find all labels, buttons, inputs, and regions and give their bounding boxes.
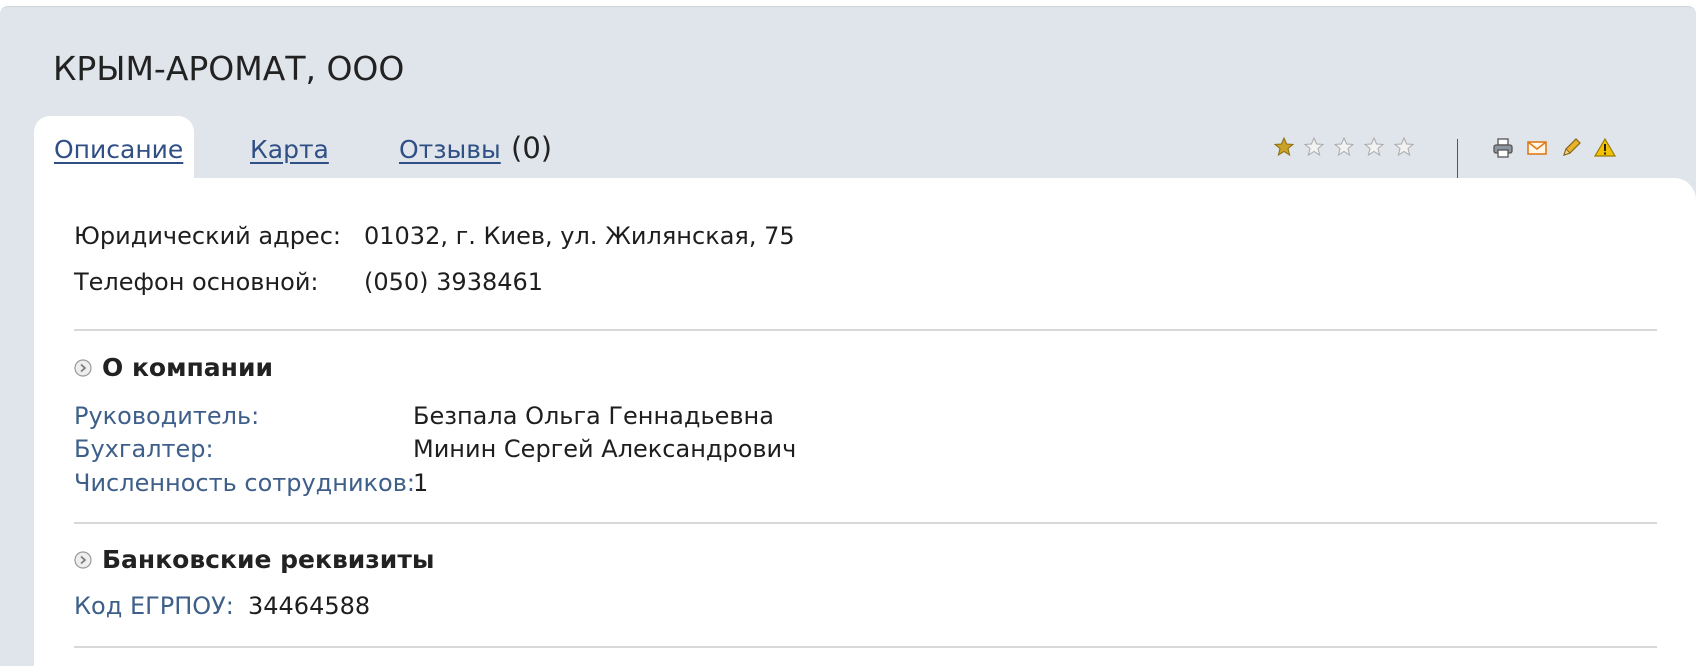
divider <box>74 329 1657 331</box>
address-value: 01032, г. Киев, ул. Жилянская, 75 <box>364 222 795 250</box>
section-about-label: О компании <box>102 353 273 382</box>
tab-map[interactable]: Карта <box>250 135 329 164</box>
star-3-icon[interactable] <box>1334 137 1354 157</box>
printer-icon[interactable] <box>1492 137 1514 159</box>
warning-icon[interactable] <box>1594 137 1616 159</box>
pencil-icon[interactable] <box>1560 137 1582 159</box>
staff-value: 1 <box>413 469 429 497</box>
accountant-label: Бухгалтер: <box>74 435 214 463</box>
phone-label: Телефон основной: <box>74 268 319 296</box>
mail-icon[interactable] <box>1526 137 1548 159</box>
star-4-icon[interactable] <box>1364 137 1384 157</box>
staff-label: Численность сотрудников: <box>74 469 415 497</box>
star-1-icon[interactable] <box>1274 137 1294 157</box>
star-2-icon[interactable] <box>1304 137 1324 157</box>
page-title: КРЫМ-АРОМАТ, ООО <box>53 49 405 88</box>
star-5-icon[interactable] <box>1394 137 1414 157</box>
accountant-value: Минин Сергей Александрович <box>413 435 797 463</box>
rating-stars[interactable] <box>1274 137 1414 157</box>
address-label: Юридический адрес: <box>74 222 341 250</box>
phone-value: (050) 3938461 <box>364 268 544 296</box>
director-label: Руководитель: <box>74 402 260 430</box>
chevron-circle-icon[interactable] <box>74 358 92 377</box>
tab-description[interactable]: Описание <box>54 135 183 164</box>
egrpou-value: 34464588 <box>248 592 371 620</box>
chevron-circle-icon[interactable] <box>74 550 92 569</box>
director-value: Безпала Ольга Геннадьевна <box>413 402 774 430</box>
toolbar <box>1492 137 1616 159</box>
egrpou-label: Код ЕГРПОУ: <box>74 592 234 620</box>
review-count: (0) <box>511 131 553 165</box>
divider <box>74 646 1657 648</box>
section-about-title[interactable]: О компании <box>74 353 273 382</box>
divider <box>74 522 1657 524</box>
tab-reviews[interactable]: Отзывы <box>399 135 501 164</box>
section-bank-title[interactable]: Банковские реквизиты <box>74 545 434 574</box>
section-bank-label: Банковские реквизиты <box>102 545 435 574</box>
